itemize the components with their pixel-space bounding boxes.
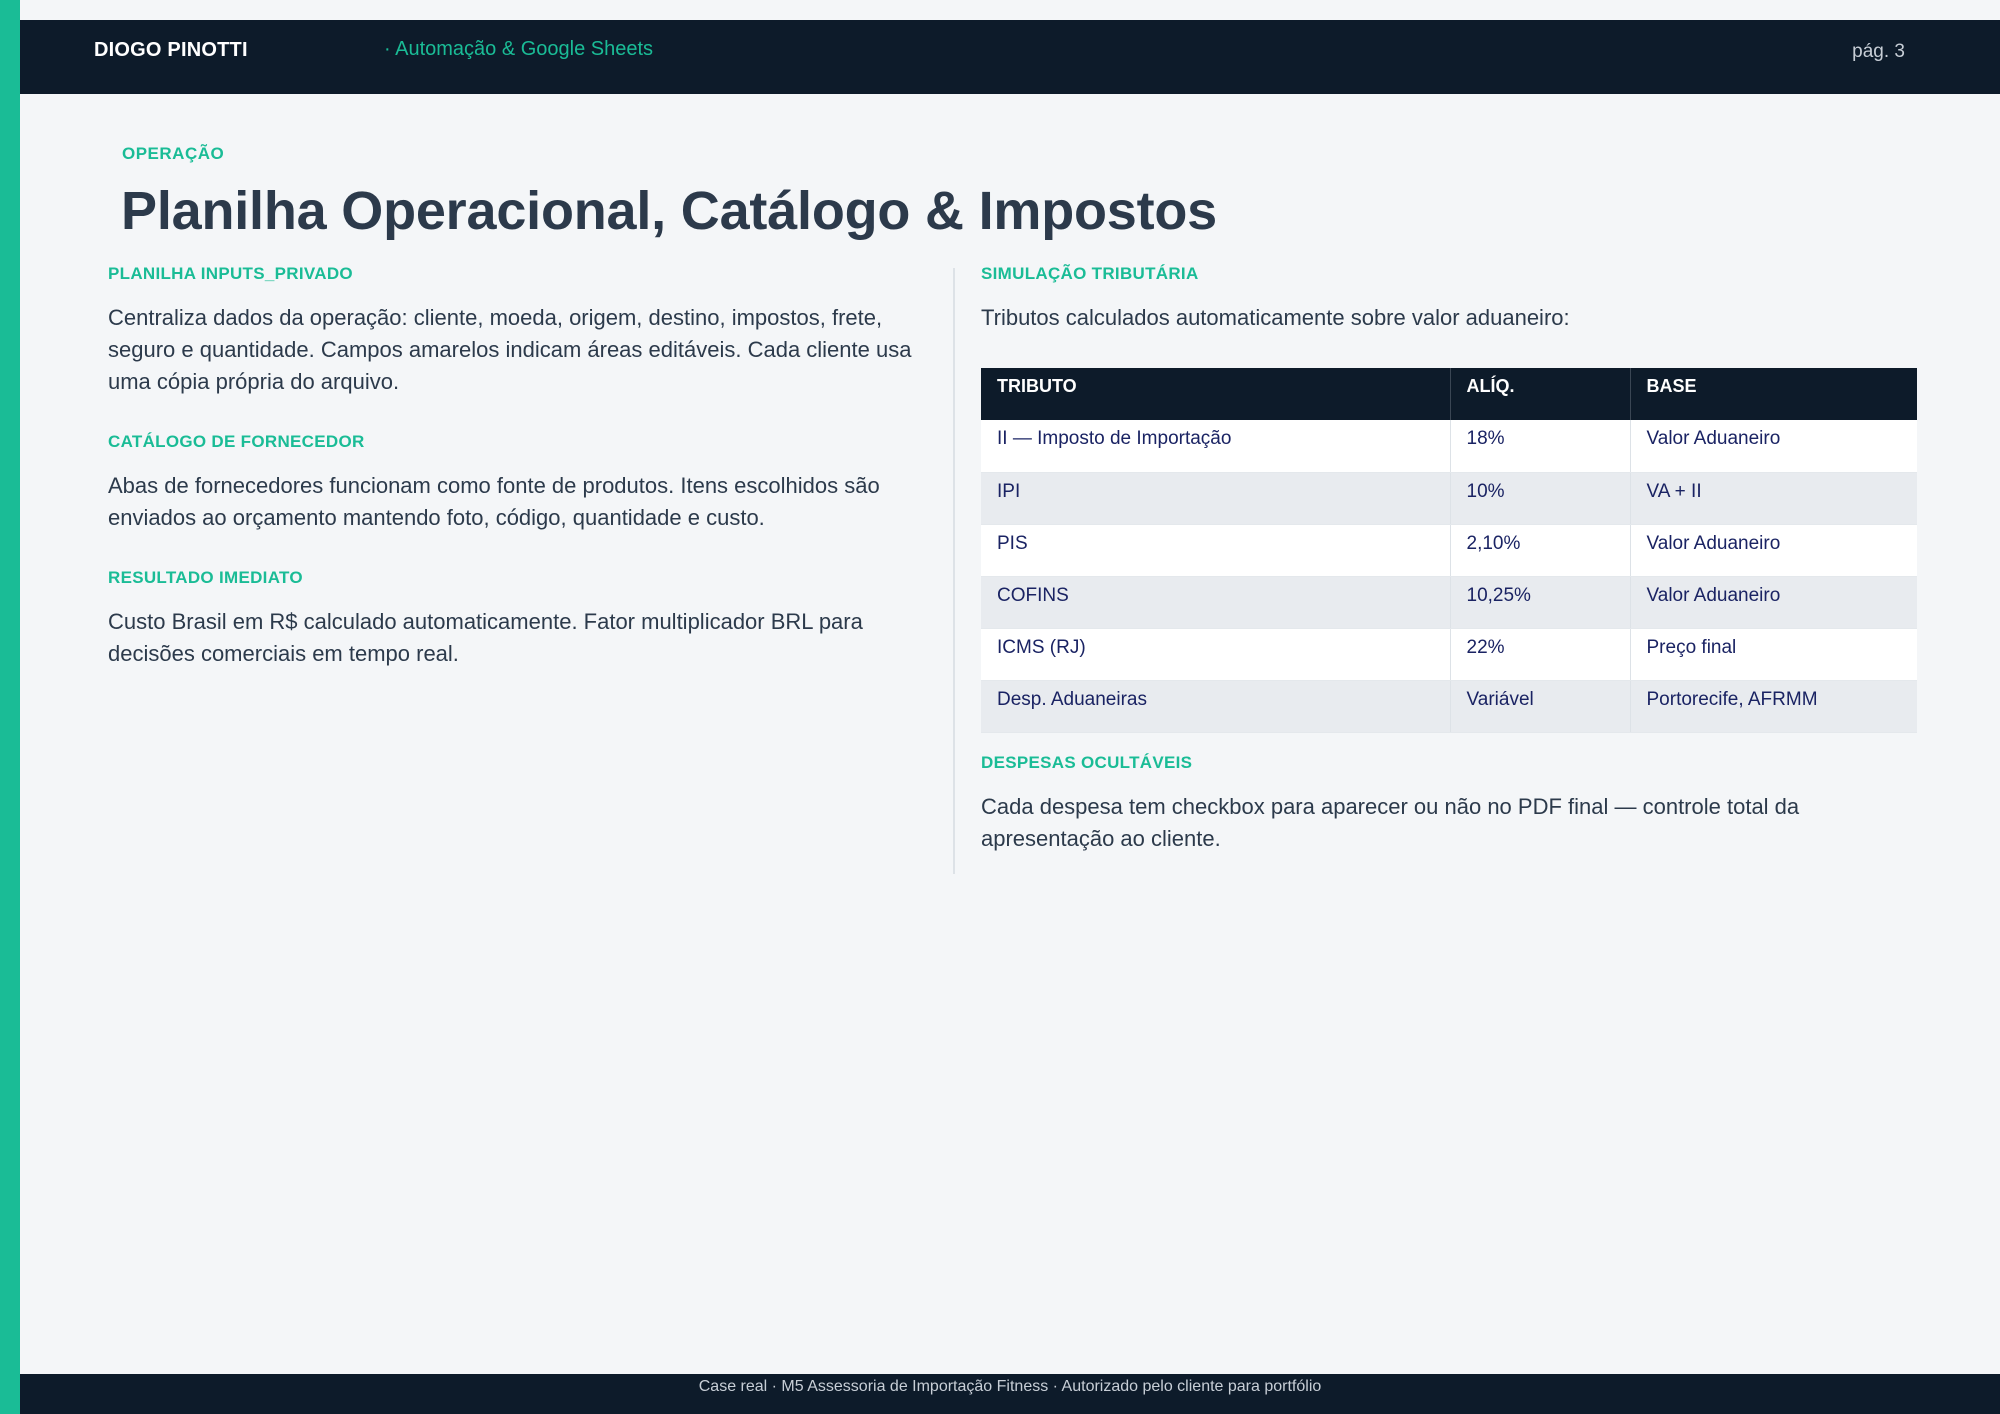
- section-resultado-imediato: RESULTADO IMEDIATO Custo Brasil em R$ ca…: [108, 568, 918, 670]
- table-cell: II — Imposto de Importação: [981, 420, 1451, 473]
- footer-text: Case real · M5 Assessoria de Importação …: [698, 1378, 1322, 1395]
- section-inputs-privado: PLANILHA INPUTS_PRIVADO Centraliza dados…: [108, 264, 918, 398]
- section-title: PLANILHA INPUTS_PRIVADO: [108, 264, 353, 283]
- page-title: Planilha Operacional, Catálogo & Imposto…: [121, 181, 1218, 241]
- table-cell: Valor Aduaneiro: [1630, 420, 1917, 473]
- table-cell: PIS: [981, 524, 1451, 577]
- table-cell: VA + II: [1630, 472, 1917, 525]
- table-header-row: TRIBUTO ALÍQ. BASE: [981, 368, 1917, 420]
- table-cell: Valor Aduaneiro: [1630, 576, 1917, 629]
- header-tagline: · Automação & Google Sheets: [384, 38, 654, 60]
- table-row: IPI 10% VA + II: [981, 472, 1917, 525]
- left-column: PLANILHA INPUTS_PRIVADO Centraliza dados…: [108, 264, 918, 704]
- header-bar: DIOGO PINOTTI · Automação & Google Sheet…: [20, 20, 2000, 94]
- table-row: Desp. Aduaneiras Variável Portorecife, A…: [981, 680, 1917, 733]
- accent-bar: [0, 0, 20, 1414]
- section-title: SIMULAÇÃO TRIBUTÁRIA: [981, 264, 1199, 283]
- page: DIOGO PINOTTI · Automação & Google Sheet…: [0, 0, 2000, 1414]
- table-cell: 22%: [1450, 628, 1631, 681]
- table-row: PIS 2,10% Valor Aduaneiro: [981, 524, 1917, 577]
- column-header-base: BASE: [1630, 368, 1917, 420]
- page-number: pág. 3: [1852, 41, 1905, 62]
- table-cell: Preço final: [1630, 628, 1917, 681]
- section-text: Abas de fornecedores funcionam como font…: [108, 473, 880, 530]
- footer-bar: Case real · M5 Assessoria de Importação …: [20, 1374, 2000, 1414]
- table-cell: 18%: [1450, 420, 1631, 473]
- column-header-aliquota: ALÍQ.: [1450, 368, 1631, 420]
- section-text: Centraliza dados da operação: cliente, m…: [108, 305, 912, 394]
- table-cell: Variável: [1450, 680, 1631, 733]
- table-cell: Valor Aduaneiro: [1630, 524, 1917, 577]
- tax-table: TRIBUTO ALÍQ. BASE II — Imposto de Impor…: [981, 368, 1917, 733]
- table-cell: Portorecife, AFRMM: [1630, 680, 1917, 733]
- table-row: II — Imposto de Importação 18% Valor Adu…: [981, 420, 1917, 473]
- table-row: COFINS 10,25% Valor Aduaneiro: [981, 576, 1917, 629]
- section-title: RESULTADO IMEDIATO: [108, 568, 303, 587]
- right-column: SIMULAÇÃO TRIBUTÁRIA Tributos calculados…: [981, 264, 1917, 855]
- section-title: CATÁLOGO DE FORNECEDOR: [108, 432, 365, 451]
- table-cell: IPI: [981, 472, 1451, 525]
- table-row: ICMS (RJ) 22% Preço final: [981, 628, 1917, 681]
- section-despesas-ocultaveis: DESPESAS OCULTÁVEIS Cada despesa tem che…: [981, 753, 1917, 855]
- section-catalogo-fornecedor: CATÁLOGO DE FORNECEDOR Abas de fornecedo…: [108, 432, 918, 534]
- section-title: DESPESAS OCULTÁVEIS: [981, 752, 1193, 772]
- table-cell: ICMS (RJ): [981, 628, 1451, 681]
- section-simulacao-tributaria: SIMULAÇÃO TRIBUTÁRIA Tributos calculados…: [981, 264, 1917, 334]
- column-divider: [953, 268, 955, 874]
- table-cell: 10%: [1450, 472, 1631, 525]
- section-text: Tributos calculados automaticamente sobr…: [981, 305, 1570, 330]
- table-cell: Desp. Aduaneiras: [981, 680, 1451, 733]
- section-text: Cada despesa tem checkbox para aparecer …: [981, 793, 1800, 851]
- section-text: Custo Brasil em R$ calculado automaticam…: [108, 609, 863, 666]
- column-header-tributo: TRIBUTO: [981, 368, 1451, 420]
- brand-name: DIOGO PINOTTI: [94, 39, 248, 61]
- table-cell: COFINS: [981, 576, 1451, 629]
- section-eyebrow: OPERAÇÃO: [122, 144, 225, 163]
- table-cell: 2,10%: [1450, 524, 1631, 577]
- table-cell: 10,25%: [1450, 576, 1631, 629]
